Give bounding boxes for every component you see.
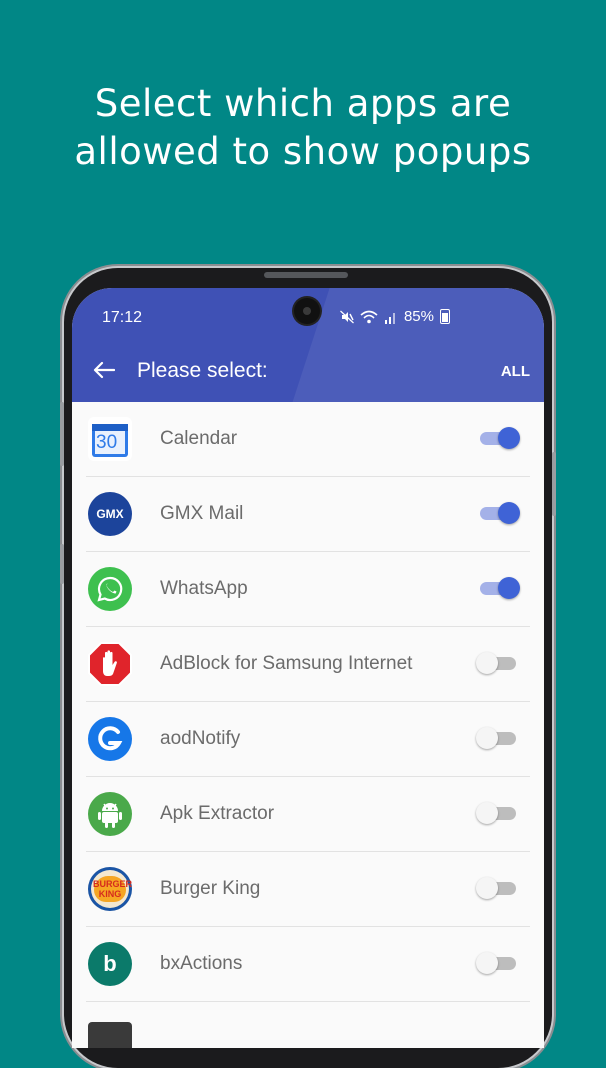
burger-king-icon: BURGER KING bbox=[88, 867, 132, 911]
front-camera bbox=[294, 298, 320, 324]
calendar-icon: 30 bbox=[88, 417, 132, 461]
app-toggle[interactable] bbox=[476, 952, 516, 974]
gmx-mail-icon: GMX bbox=[88, 492, 132, 536]
phone-side-button-left-2 bbox=[60, 544, 64, 584]
list-item[interactable]: 30 Calendar bbox=[86, 402, 530, 477]
page-title: Please select: bbox=[137, 359, 268, 382]
app-name: aodNotify bbox=[160, 728, 241, 749]
app-toggle[interactable] bbox=[476, 802, 516, 824]
app-toggle[interactable] bbox=[476, 877, 516, 899]
headline-line-1: Select which apps are bbox=[94, 82, 512, 125]
back-button[interactable] bbox=[88, 354, 120, 386]
app-name: WhatsApp bbox=[160, 578, 248, 599]
android-icon bbox=[88, 792, 132, 836]
whatsapp-icon bbox=[88, 567, 132, 611]
headline-line-2: allowed to show popups bbox=[74, 130, 532, 173]
aodnotify-icon bbox=[88, 717, 132, 761]
app-name: GMX Mail bbox=[160, 503, 244, 524]
phone-side-button-left bbox=[60, 402, 64, 466]
app-name: Burger King bbox=[160, 878, 261, 899]
app-name: bxActions bbox=[160, 953, 243, 974]
app-toggle[interactable] bbox=[476, 727, 516, 749]
calendar-date: 30 bbox=[96, 432, 118, 453]
app-toggle[interactable] bbox=[480, 577, 520, 599]
phone-speaker bbox=[264, 272, 348, 278]
app-name: Apk Extractor bbox=[160, 803, 275, 824]
bxactions-icon: b bbox=[88, 942, 132, 986]
bxactions-logo-text: b bbox=[103, 951, 117, 976]
phone-side-button-right bbox=[552, 452, 556, 516]
app-list: 30 Calendar GMX GMX Mail WhatsApp AdBloc… bbox=[72, 402, 544, 1048]
list-item[interactable]: b bxActions bbox=[86, 927, 530, 1002]
app-name: Calendar bbox=[160, 428, 238, 449]
headline: Select which apps are allowed to show po… bbox=[0, 80, 606, 176]
list-item[interactable]: BURGER KING Burger King bbox=[86, 852, 530, 927]
app-toggle[interactable] bbox=[480, 502, 520, 524]
app-bar: Please select: ALL bbox=[72, 288, 544, 458]
list-item[interactable]: WhatsApp bbox=[86, 552, 530, 627]
list-item-partial[interactable] bbox=[86, 1002, 530, 1048]
app-toggle[interactable] bbox=[480, 427, 520, 449]
list-item[interactable]: GMX GMX Mail bbox=[86, 477, 530, 552]
app-toggle[interactable] bbox=[476, 652, 516, 674]
status-time: 17:12 bbox=[102, 309, 143, 326]
app-icon-partial bbox=[88, 1022, 132, 1048]
list-item[interactable]: aodNotify bbox=[86, 702, 530, 777]
burger-king-logo-text: BURGER KING bbox=[93, 879, 133, 899]
app-name: AdBlock for Samsung Internet bbox=[160, 653, 413, 674]
arrow-left-icon bbox=[93, 361, 115, 379]
select-all-button[interactable]: ALL bbox=[501, 363, 530, 380]
gmx-logo-text: GMX bbox=[96, 507, 124, 521]
list-item[interactable]: Apk Extractor bbox=[86, 777, 530, 852]
adblock-hand-icon bbox=[88, 642, 132, 686]
phone-screen: 17:12 85% Please select: ALL 30 Calendar… bbox=[72, 288, 544, 1048]
list-item[interactable]: AdBlock for Samsung Internet bbox=[86, 627, 530, 702]
